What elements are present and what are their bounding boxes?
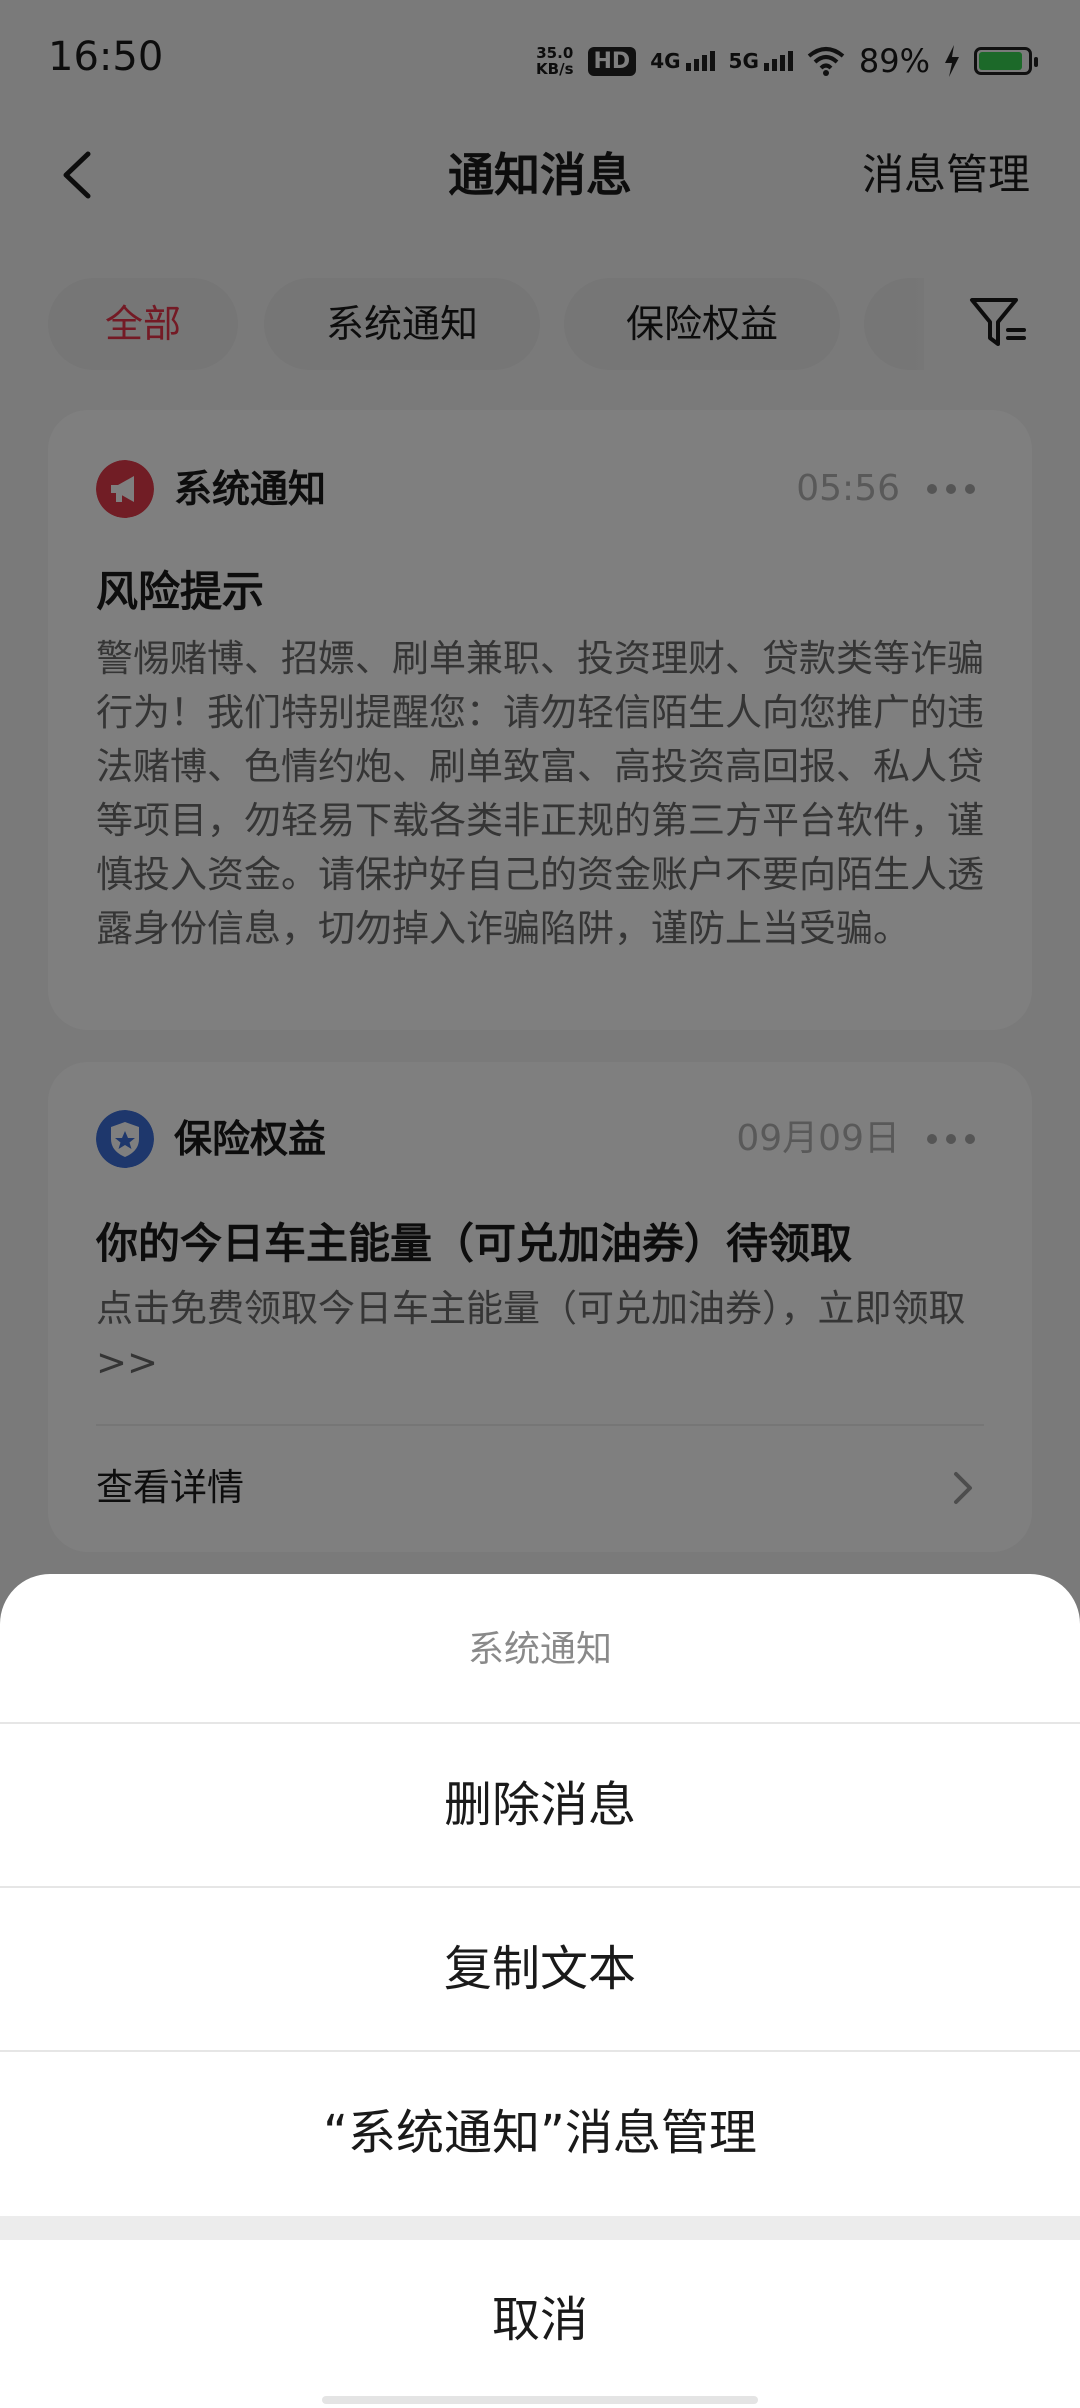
action-sheet: 系统通知 删除消息 复制文本 “系统通知”消息管理 取消 <box>0 1574 1080 2408</box>
action-sheet-title: 系统通知 <box>467 1629 612 1670</box>
home-indicator[interactable] <box>322 2396 758 2404</box>
copy-text-button[interactable]: 复制文本 <box>0 1888 1080 2050</box>
cancel-button[interactable]: 取消 <box>0 2240 1080 2400</box>
sheet-separator <box>0 2216 1080 2240</box>
manage-system-notice-button[interactable]: “系统通知”消息管理 <box>0 2052 1080 2214</box>
delete-message-button[interactable]: 删除消息 <box>0 1724 1080 1886</box>
